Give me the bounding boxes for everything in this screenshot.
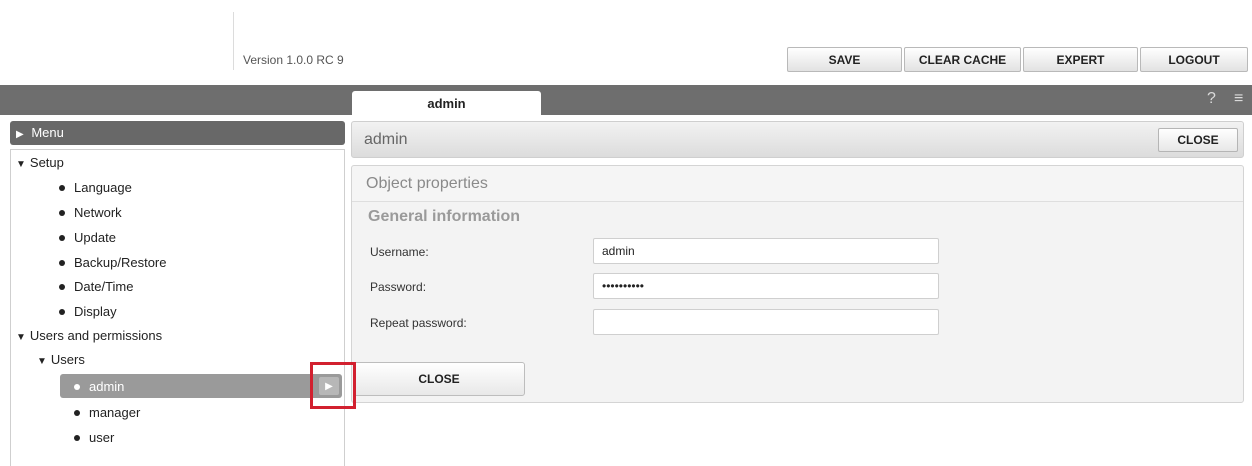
triangle-down-icon: ▼ <box>16 332 26 343</box>
bullet-icon <box>74 409 80 416</box>
panel-header: Object properties <box>352 166 1243 202</box>
sidebar-item-label: manager <box>89 405 141 420</box>
bullet-icon <box>59 184 65 191</box>
triangle-down-icon: ▼ <box>37 356 47 367</box>
object-title-bar: admin CLOSE <box>351 121 1244 158</box>
tree-node-users[interactable]: ▼ Users <box>37 352 85 367</box>
sidebar-item-network[interactable]: Network <box>59 205 122 220</box>
sidebar-item-label: admin <box>89 379 125 394</box>
username-label: Username: <box>370 245 429 259</box>
triangle-right-icon: ▶ <box>16 129 24 140</box>
sidebar-item-display[interactable]: Display <box>59 304 117 319</box>
section-title: General information <box>368 208 521 225</box>
highlight-box <box>310 362 356 409</box>
bullet-icon <box>59 209 65 216</box>
sidebar-item-update[interactable]: Update <box>59 230 116 245</box>
sidebar-item-manager[interactable]: manager <box>74 405 140 420</box>
triangle-down-icon: ▼ <box>16 159 26 170</box>
bullet-icon <box>59 234 65 241</box>
sidebar-item-label: Update <box>74 230 116 245</box>
panel-title: Object properties <box>366 175 488 192</box>
sidebar-item-backup-restore[interactable]: Backup/Restore <box>59 255 167 270</box>
close-button-bottom[interactable]: CLOSE <box>353 362 525 396</box>
menu-toggle[interactable]: ▶ Menu <box>10 121 345 145</box>
password-field[interactable]: •••••••••• <box>593 273 939 299</box>
tree-node-users-label: Users <box>50 352 85 367</box>
bullet-icon <box>59 308 65 315</box>
close-button-top[interactable]: CLOSE <box>1158 128 1238 152</box>
page-title: admin <box>364 131 408 148</box>
sidebar-item-label: Display <box>74 304 117 319</box>
tree-node-setup-label: Setup <box>29 155 64 170</box>
tab-admin[interactable]: admin <box>352 91 541 115</box>
bullet-icon <box>74 434 80 441</box>
bullet-icon <box>59 283 65 290</box>
tree-node-users-permissions-label: Users and permissions <box>29 328 163 343</box>
repeat-password-field[interactable] <box>593 309 939 335</box>
save-button[interactable]: SAVE <box>787 47 902 72</box>
sidebar-item-label: Date/Time <box>74 279 134 294</box>
toolbar <box>0 85 1252 115</box>
hamburger-menu-icon[interactable]: ≡ <box>1234 89 1243 109</box>
header-divider <box>233 12 234 70</box>
version-label: Version 1.0.0 RC 9 <box>243 53 344 67</box>
username-field[interactable]: admin <box>593 238 939 264</box>
sidebar-item-user[interactable]: user <box>74 430 114 445</box>
sidebar-item-date-time[interactable]: Date/Time <box>59 279 133 294</box>
tree-node-setup[interactable]: ▼ Setup <box>16 155 64 170</box>
tree-node-users-permissions[interactable]: ▼ Users and permissions <box>16 328 162 343</box>
bullet-icon <box>74 383 80 390</box>
expert-button[interactable]: EXPERT <box>1023 47 1138 72</box>
bullet-icon <box>59 259 65 266</box>
repeat-password-label: Repeat password: <box>370 316 467 330</box>
logout-button[interactable]: LOGOUT <box>1140 47 1248 72</box>
sidebar-item-admin[interactable]: admin ▶ <box>60 374 342 398</box>
sidebar-item-language[interactable]: Language <box>59 180 132 195</box>
password-label: Password: <box>370 280 427 294</box>
sidebar-item-label: Backup/Restore <box>74 255 167 270</box>
help-icon[interactable]: ? <box>1207 89 1216 109</box>
clear-cache-button[interactable]: CLEAR CACHE <box>904 47 1021 72</box>
sidebar-item-label: Language <box>74 180 132 195</box>
sidebar-item-label: Network <box>74 205 122 220</box>
sidebar-item-label: user <box>89 430 115 445</box>
menu-label: Menu <box>31 125 64 140</box>
